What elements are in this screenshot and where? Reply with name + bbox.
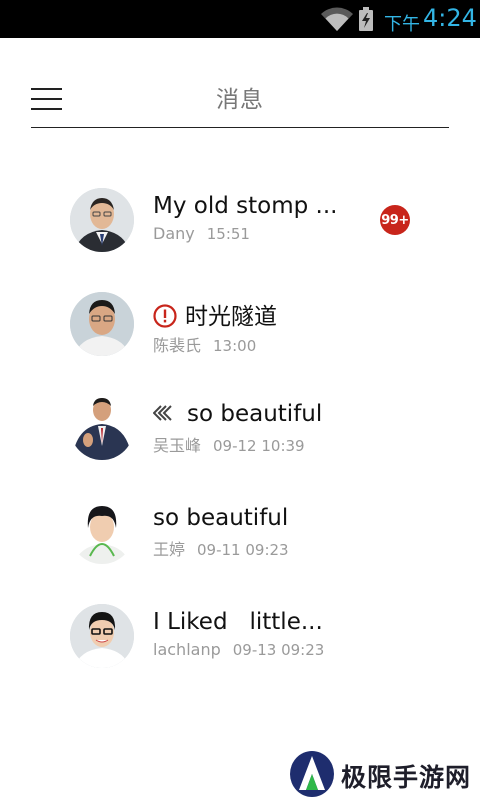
header-divider	[31, 127, 449, 128]
watermark: 极限手游网	[289, 748, 479, 800]
sender-name: Dany	[153, 224, 195, 243]
sender-name: 王婷	[153, 540, 186, 559]
status-clock: 4:24	[423, 4, 477, 32]
conversation-title: so beautiful	[153, 401, 322, 427]
message-time: 13:00	[213, 337, 257, 355]
alert-icon	[153, 304, 177, 328]
conversation-title-text: so beautiful	[187, 401, 323, 427]
sender-name: lachlanp	[153, 640, 221, 659]
app-header: 消息	[0, 38, 480, 130]
avatar	[70, 396, 134, 460]
conversation-meta: 吴玉峰 09-12 10:39	[153, 432, 305, 456]
conversation-title: 时光隧道	[153, 297, 277, 331]
status-bar: 下午 4:24	[0, 0, 480, 38]
status-ampm: 下午	[384, 14, 420, 35]
conversation-title-text: 时光隧道	[185, 304, 277, 330]
watermark-logo-icon	[290, 751, 334, 797]
wifi-icon	[321, 7, 353, 31]
conversation-title: I Liked little...	[153, 609, 323, 635]
conversation-item[interactable]: so beautiful 王婷 09-11 09:23	[0, 500, 480, 596]
battery-charging-icon	[359, 7, 373, 31]
avatar	[70, 292, 134, 356]
page-title: 消息	[216, 87, 264, 113]
conversation-meta: Dany 15:51	[153, 224, 250, 243]
conversation-title: My old stomp ...	[153, 193, 338, 219]
avatar	[70, 604, 134, 668]
conversation-meta: lachlanp 09-13 09:23	[153, 640, 324, 659]
sender-name: 吴玉峰	[153, 436, 202, 455]
conversation-title: so beautiful	[153, 505, 289, 531]
unread-badge: 99+	[380, 205, 410, 235]
conversation-item[interactable]: so beautiful 吴玉峰 09-12 10:39	[0, 396, 480, 492]
message-time: 15:51	[206, 225, 250, 243]
message-time: 09-12 10:39	[213, 437, 305, 455]
avatar	[70, 500, 134, 564]
conversation-item[interactable]: 时光隧道 陈裴氏 13:00	[0, 292, 480, 388]
conversation-item[interactable]: My old stomp ... Dany 15:51 99+	[0, 188, 480, 284]
conversation-item[interactable]: I Liked little... lachlanp 09-13 09:23	[0, 604, 480, 700]
double-chevron-left-icon	[153, 405, 172, 421]
conversation-meta: 王婷 09-11 09:23	[153, 536, 289, 560]
conversation-meta: 陈裴氏 13:00	[153, 332, 256, 356]
avatar	[70, 188, 134, 252]
watermark-text: 极限手游网	[341, 763, 472, 792]
sender-name: 陈裴氏	[153, 336, 202, 355]
message-time: 09-13 09:23	[232, 641, 325, 659]
message-time: 09-11 09:23	[197, 541, 289, 559]
